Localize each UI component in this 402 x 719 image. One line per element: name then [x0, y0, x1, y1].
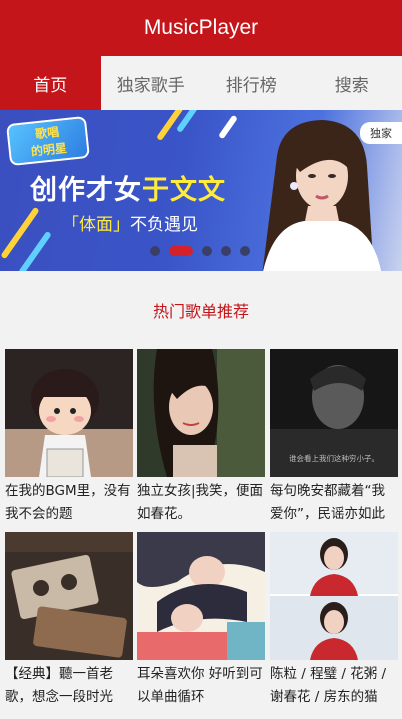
playlist-card[interactable]: 在我的BGM里，没有我不会的题	[5, 349, 133, 528]
playlist-card[interactable]: 独立女孩|我笑，便面如春花。	[137, 349, 265, 528]
tab-charts[interactable]: 排行榜	[201, 56, 302, 110]
banner-headline-prefix: 创作才女	[30, 175, 142, 206]
app-title-bar: MusicPlayer	[0, 0, 402, 56]
section-title: 热门歌单推荐	[152, 302, 249, 321]
carousel-dot[interactable]	[240, 246, 250, 256]
playlist-cover[interactable]	[5, 532, 133, 660]
nav-tabs: 首页 独家歌手 排行榜 搜索	[0, 56, 402, 110]
playlist-title[interactable]: 在我的BGM里，没有我不会的题	[5, 480, 133, 528]
playlist-cover[interactable]: 谁会看上我们这种穷小子。	[270, 349, 398, 477]
carousel-dot[interactable]	[150, 246, 160, 256]
tab-search[interactable]: 搜索	[302, 56, 402, 110]
tab-home[interactable]: 首页	[0, 56, 101, 110]
app-title: MusicPlayer	[143, 16, 259, 39]
banner-subtitle-highlight: 「体面」	[62, 215, 130, 235]
exclusive-badge: 独家	[360, 122, 402, 144]
playlist-cover[interactable]	[137, 349, 265, 477]
banner-subtitle-rest: 不负遇见	[130, 215, 198, 235]
banner-headline-name: 于文文	[142, 175, 226, 206]
playlist-title[interactable]: 陈粒 / 程璧 / 花粥 / 谢春花 / 房东的猫	[270, 663, 398, 711]
playlist-cover[interactable]	[137, 532, 265, 660]
show-logo: 歌唱 的明星	[6, 115, 90, 167]
playlist-title[interactable]: 耳朵喜欢你 好听到可以单曲循环	[137, 663, 265, 711]
carousel-dot[interactable]	[202, 246, 212, 256]
carousel-indicators	[150, 246, 250, 256]
cover-quote: 谁会看上我们这种穷小子。	[289, 453, 379, 463]
playlist-cover[interactable]	[5, 349, 133, 477]
banner-carousel[interactable]: 歌唱 的明星 创作才女于文文 「体面」不负遇见 独家	[0, 110, 402, 271]
playlist-title[interactable]: 每句晚安都藏着“我爱你”，民谣亦如此	[270, 480, 398, 528]
playlist-card[interactable]: 谁会看上我们这种穷小子。 每句晚安都藏着“我爱你”，民谣亦如此	[270, 349, 398, 528]
playlist-cover[interactable]	[270, 532, 398, 660]
carousel-dot[interactable]	[221, 246, 231, 256]
banner-stripe	[18, 230, 52, 271]
banner-stripe	[218, 114, 238, 140]
playlist-card[interactable]: 耳朵喜欢你 好听到可以单曲循环	[137, 532, 265, 711]
app-root: MusicPlayer 首页 独家歌手 排行榜 搜索 歌唱 的明星 创作才女于文…	[0, 0, 402, 719]
playlist-title[interactable]: 独立女孩|我笑，便面如春花。	[137, 480, 265, 528]
playlist-title[interactable]: 【经典】聽一首老歌，想念一段时光	[5, 663, 133, 711]
carousel-dot-active[interactable]	[169, 246, 193, 256]
banner-subtitle: 「体面」不负遇见	[62, 210, 198, 235]
banner-headline: 创作才女于文文	[30, 168, 226, 207]
playlist-card[interactable]: 陈粒 / 程璧 / 花粥 / 谢春花 / 房东的猫	[270, 532, 398, 711]
tab-exclusive-singers[interactable]: 独家歌手	[101, 56, 202, 110]
playlist-card[interactable]: 【经典】聽一首老歌，想念一段时光	[5, 532, 133, 711]
